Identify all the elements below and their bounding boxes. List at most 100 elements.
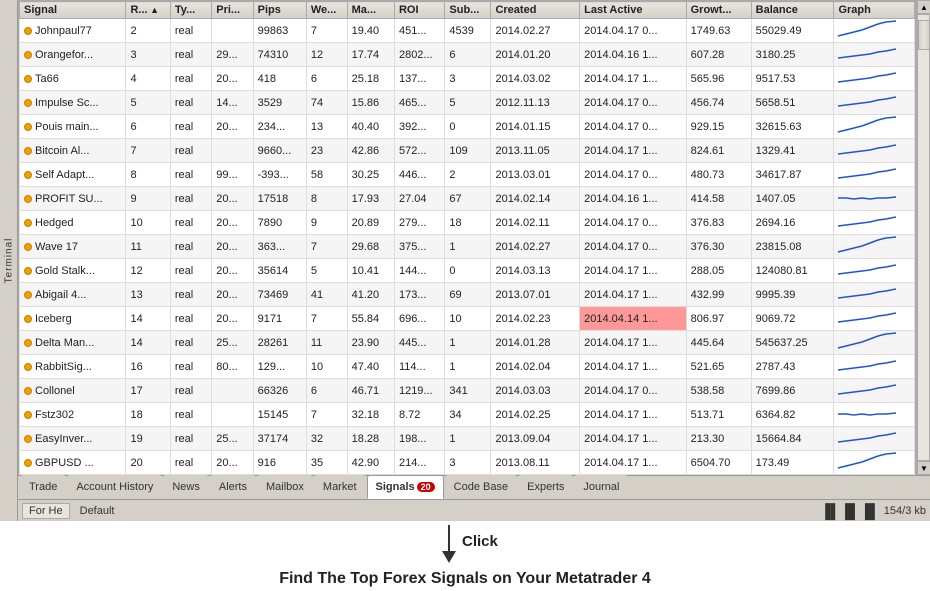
signal-name-cell: PROFIT SU... (20, 187, 126, 211)
table-row[interactable]: Gold Stalk...12real20...35614510.41144..… (20, 259, 915, 283)
data-cell: 18 (126, 403, 170, 427)
table-row[interactable]: PROFIT SU...9real20...17518817.9327.0467… (20, 187, 915, 211)
data-cell: 2694.16 (751, 211, 834, 235)
graph-cell (834, 355, 915, 379)
data-cell: 538.58 (686, 379, 751, 403)
col-header-ma[interactable]: Ma... (347, 2, 394, 19)
data-cell: 67 (445, 187, 491, 211)
table-row[interactable]: Impulse Sc...5real14...35297415.86465...… (20, 91, 915, 115)
col-header-pips[interactable]: Pips (253, 2, 306, 19)
col-header-created[interactable]: Created (491, 2, 580, 19)
col-header-rank[interactable]: R... (126, 2, 170, 19)
table-row[interactable]: Self Adapt...8real99...-393...5830.25446… (20, 163, 915, 187)
table-row[interactable]: Johnpaul772real99863719.40451...45392014… (20, 19, 915, 43)
data-cell: 9 (306, 211, 347, 235)
graph-cell (834, 19, 915, 43)
table-row[interactable]: Pouis main...6real20...234...1340.40392.… (20, 115, 915, 139)
table-row[interactable]: Collonel17real66326646.711219...3412014.… (20, 379, 915, 403)
data-cell: 1749.63 (686, 19, 751, 43)
data-cell: 2014.01.20 (491, 43, 580, 67)
table-row[interactable]: Iceberg14real20...9171755.84696...102014… (20, 307, 915, 331)
tab-experts[interactable]: Experts (518, 475, 573, 499)
data-cell: real (170, 451, 211, 475)
data-cell: 9660... (253, 139, 306, 163)
table-row[interactable]: Hedged10real20...7890920.89279...182014.… (20, 211, 915, 235)
data-cell: 42.90 (347, 451, 394, 475)
col-header-last_active[interactable]: Last Active (580, 2, 686, 19)
data-cell: 7 (306, 307, 347, 331)
table-row[interactable]: Delta Man...14real25...282611123.90445..… (20, 331, 915, 355)
data-cell: 19 (126, 427, 170, 451)
scroll-track[interactable] (917, 14, 930, 461)
data-cell: 20... (212, 307, 253, 331)
tab-account-history[interactable]: Account History (67, 475, 162, 499)
data-cell: real (170, 427, 211, 451)
scroll-down-btn[interactable]: ▼ (917, 461, 930, 475)
signal-name-cell: Abigail 4... (20, 283, 126, 307)
table-row[interactable]: Abigail 4...13real20...734694141.20173..… (20, 283, 915, 307)
arrow-container: Click (0, 525, 930, 570)
col-header-sub[interactable]: Sub... (445, 2, 491, 19)
table-row[interactable]: GBPUSD ...20real20...9163542.90214...320… (20, 451, 915, 475)
data-cell: 445.64 (686, 331, 751, 355)
table-row[interactable]: Ta664real20...418625.18137...32014.03.02… (20, 67, 915, 91)
col-header-price[interactable]: Pri... (212, 2, 253, 19)
tab-signals[interactable]: Signals20 (367, 475, 444, 499)
side-terminal-label: Terminal (0, 0, 18, 521)
signal-name-cell: Bitcoin Al... (20, 139, 126, 163)
table-section: SignalR...Ty...Pri...PipsWe...Ma...ROISu… (18, 0, 930, 521)
col-header-we[interactable]: We... (306, 2, 347, 19)
data-cell: 3 (126, 43, 170, 67)
col-header-roi[interactable]: ROI (394, 2, 444, 19)
data-cell: 144... (394, 259, 444, 283)
tab-market[interactable]: Market (314, 475, 366, 499)
vertical-scrollbar[interactable]: ▲ ▼ (916, 0, 930, 475)
data-cell: 17.74 (347, 43, 394, 67)
data-cell: 2014.01.28 (491, 331, 580, 355)
data-cell: 16 (126, 355, 170, 379)
data-cell: 465... (394, 91, 444, 115)
tab-badge: 20 (417, 482, 435, 492)
table-row[interactable]: Orangefor...3real29...743101217.742802..… (20, 43, 915, 67)
col-header-balance[interactable]: Balance (751, 2, 834, 19)
data-cell: 11 (306, 331, 347, 355)
data-cell: 18 (445, 211, 491, 235)
data-cell: real (170, 163, 211, 187)
tab-news[interactable]: News (163, 475, 209, 499)
col-header-type[interactable]: Ty... (170, 2, 211, 19)
tab-alerts[interactable]: Alerts (210, 475, 256, 499)
data-cell: 4 (126, 67, 170, 91)
data-cell: 19.40 (347, 19, 394, 43)
tab-code-base[interactable]: Code Base (445, 475, 517, 499)
data-cell (212, 379, 253, 403)
table-row[interactable]: RabbitSig...16real80...129...1047.40114.… (20, 355, 915, 379)
data-cell: 7699.86 (751, 379, 834, 403)
signal-name-cell: Pouis main... (20, 115, 126, 139)
table-overflow: SignalR...Ty...Pri...PipsWe...Ma...ROISu… (18, 0, 916, 475)
table-row[interactable]: Wave 1711real20...363...729.68375...1201… (20, 235, 915, 259)
data-cell: 2014.04.17 0... (580, 379, 686, 403)
scroll-up-btn[interactable]: ▲ (917, 0, 930, 14)
data-cell: 13 (306, 115, 347, 139)
table-row[interactable]: EasyInver...19real25...371743218.28198..… (20, 427, 915, 451)
data-cell: 11 (126, 235, 170, 259)
scroll-thumb[interactable] (918, 20, 930, 50)
col-header-graph[interactable]: Graph (834, 2, 915, 19)
data-cell: 2014.04.17 1... (580, 139, 686, 163)
table-row[interactable]: Bitcoin Al...7real9660...2342.86572...10… (20, 139, 915, 163)
data-cell: 445... (394, 331, 444, 355)
col-header-growth[interactable]: Growt... (686, 2, 751, 19)
table-row[interactable]: Fstz30218real15145732.188.72342014.02.25… (20, 403, 915, 427)
tab-mailbox[interactable]: Mailbox (257, 475, 313, 499)
tab-journal[interactable]: Journal (574, 475, 628, 499)
data-cell: 23 (306, 139, 347, 163)
signal-name-cell: Self Adapt... (20, 163, 126, 187)
col-header-signal[interactable]: Signal (20, 2, 126, 19)
data-cell: 2014.03.03 (491, 379, 580, 403)
data-cell: 696... (394, 307, 444, 331)
graph-cell (834, 139, 915, 163)
data-cell: 2013.11.05 (491, 139, 580, 163)
data-cell: real (170, 43, 211, 67)
data-cell: 1 (445, 331, 491, 355)
tab-trade[interactable]: Trade (20, 475, 66, 499)
